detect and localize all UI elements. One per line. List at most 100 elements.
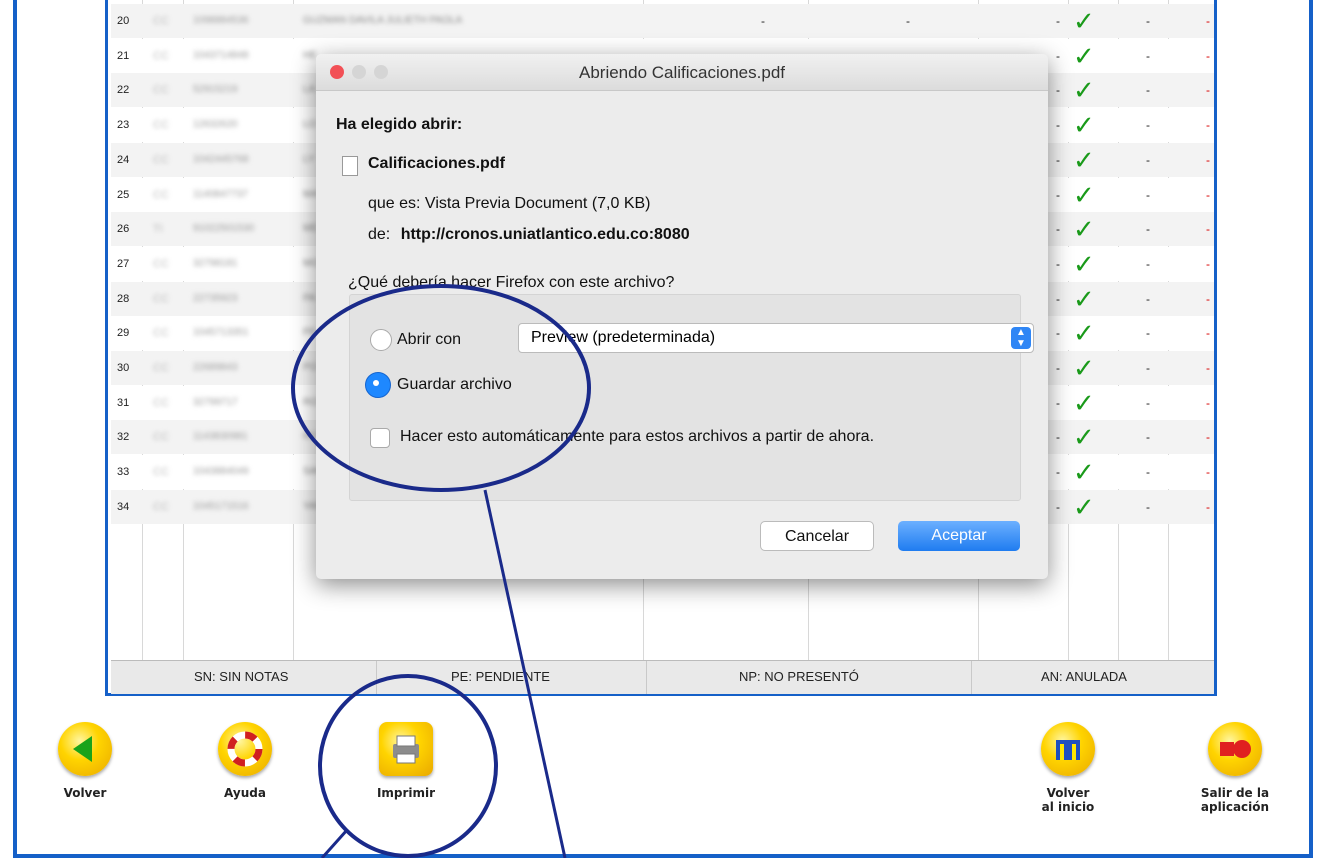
home-label-1: Volver [1046, 786, 1090, 800]
grade-cell: - [906, 14, 910, 28]
row-number: 33 [117, 466, 130, 479]
status-cell: - [1206, 152, 1210, 167]
row-number: 28 [117, 292, 130, 305]
status-cell: - [1206, 326, 1210, 341]
doc-type: CC [153, 188, 169, 201]
grade-cell: - [1056, 152, 1060, 167]
status-cell: - [1206, 48, 1210, 63]
back-button[interactable]: Volver [45, 722, 125, 800]
check-icon: ✓ [1073, 387, 1095, 418]
row-number: 20 [117, 15, 130, 27]
doc-type: CC [153, 466, 169, 479]
doc-id: 22735923 [193, 292, 238, 304]
status-cell: - [1206, 361, 1210, 375]
file-source: de: http://cronos.uniatlantico.edu.co:80… [368, 226, 690, 244]
table-row: 20 CC 1098884536 GUZMAN DAVILA JULIETH PAOL… [111, 4, 1214, 38]
open-with-label: Abrir con [397, 331, 462, 348]
doc-type: CC [153, 257, 169, 270]
status-cell: - [1206, 118, 1210, 133]
grade-cell: - [1146, 291, 1150, 306]
exit-label-1: Salir de la [1200, 786, 1270, 800]
action-question: ¿Qué debería hacer Firefox con este arch… [348, 274, 675, 291]
doc-id: 1045171516 [193, 500, 249, 512]
grade-cell: - [1146, 14, 1150, 28]
grade-cell: - [1146, 499, 1150, 514]
row-number: 29 [117, 327, 130, 340]
doc-type: CC [153, 84, 169, 97]
doc-type: CC [153, 49, 169, 62]
print-button[interactable]: Imprimir [366, 722, 446, 800]
check-icon: ✓ [1073, 422, 1095, 453]
doc-type: CC [153, 362, 169, 374]
student-name: GUZMAN DAVILA JULIETH PAOLA [303, 15, 463, 26]
doc-type: CC [153, 431, 169, 444]
grade-cell: - [1056, 361, 1060, 375]
grade-cell: - [1056, 291, 1060, 306]
grade-cell: - [761, 14, 765, 28]
row-number: 30 [117, 362, 130, 374]
grade-cell: - [1056, 48, 1060, 63]
check-icon: ✓ [1073, 144, 1095, 175]
exit-button[interactable]: Salir de la aplicación [1190, 722, 1280, 814]
check-icon: ✓ [1073, 214, 1095, 245]
check-icon: ✓ [1073, 491, 1095, 522]
status-cell: - [1206, 499, 1210, 514]
doc-type: CC [153, 396, 169, 409]
doc-id: 52915219 [193, 84, 238, 96]
open-with-radio[interactable] [370, 329, 392, 351]
status-cell: - [1206, 465, 1210, 480]
grade-cell: - [1056, 118, 1060, 133]
doc-id: 1043884049 [193, 466, 249, 478]
grade-cell: - [1146, 187, 1150, 202]
check-icon: ✓ [1073, 457, 1095, 488]
auto-checkbox[interactable] [370, 428, 390, 448]
row-number: 23 [117, 119, 130, 132]
check-icon: ✓ [1073, 248, 1095, 279]
save-file-radio[interactable] [365, 372, 391, 398]
grade-cell: - [1056, 14, 1060, 28]
help-label: Ayuda [224, 786, 266, 800]
legend-bar: SN: SIN NOTAS PE: PENDIENTE NP: NO PRESE… [111, 660, 1214, 694]
dialog-title: Abriendo Calificaciones.pdf [578, 63, 785, 82]
back-arrow-icon [58, 722, 112, 776]
open-with-select[interactable]: Preview (predeterminada) ▲ ▼ [518, 323, 1034, 353]
check-icon: ✓ [1073, 40, 1095, 71]
status-cell: - [1206, 187, 1210, 202]
grade-cell: - [1056, 499, 1060, 514]
doc-id: 91022501530 [193, 223, 255, 235]
legend-pe: PE: PENDIENTE [451, 669, 550, 684]
help-button[interactable]: Ayuda [205, 722, 285, 800]
row-number: 26 [117, 223, 130, 236]
grade-cell: - [1146, 48, 1150, 63]
student-name: LO [303, 119, 317, 131]
grade-cell: - [1146, 256, 1150, 271]
grade-cell: - [1146, 395, 1150, 410]
status-cell: - [1206, 222, 1210, 237]
chosen-label: Ha elegido abrir: [336, 116, 463, 133]
home-button[interactable]: Volver al inicio [1028, 722, 1108, 814]
grade-cell: - [1146, 326, 1150, 341]
check-icon: ✓ [1073, 75, 1095, 106]
file-name: Calificaciones.pdf [368, 155, 505, 172]
row-number: 31 [117, 396, 130, 409]
accept-button[interactable]: Aceptar [898, 521, 1020, 551]
grade-cell: - [1146, 222, 1150, 237]
student-name: LY [303, 153, 315, 165]
doc-id: 1143830981 [193, 431, 248, 443]
check-icon: ✓ [1073, 179, 1095, 210]
select-arrows-icon: ▲ ▼ [1011, 327, 1031, 349]
pdf-file-icon [342, 156, 358, 176]
grade-cell: - [1146, 430, 1150, 445]
row-number: 22 [117, 84, 130, 97]
grade-cell: - [1056, 83, 1060, 98]
row-number: 21 [117, 49, 130, 62]
status-cell: - [1206, 430, 1210, 445]
cancel-button[interactable]: Cancelar [760, 521, 874, 551]
grade-cell: - [1056, 465, 1060, 480]
status-cell: - [1206, 256, 1210, 271]
options-group: Abrir con Preview (predeterminada) ▲ ▼ Gu… [349, 294, 1034, 501]
row-number: 32 [117, 431, 130, 444]
doc-id: 1042445768 [193, 153, 249, 165]
home-logo-icon [1041, 722, 1095, 776]
status-cell: - [1206, 83, 1210, 98]
